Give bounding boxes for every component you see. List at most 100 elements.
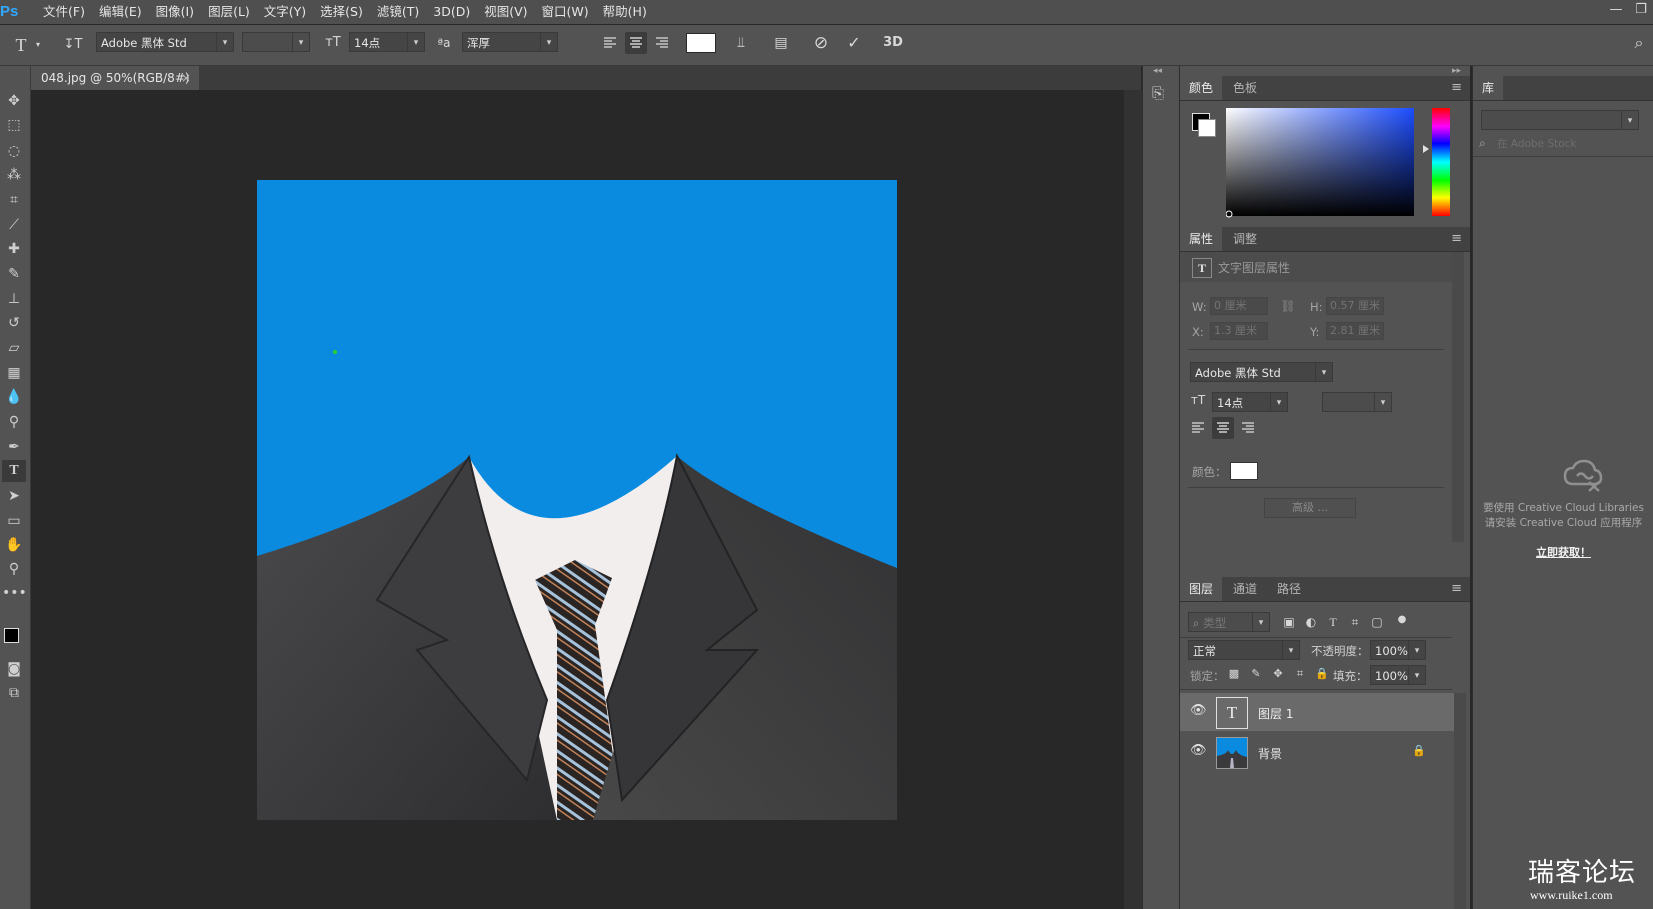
- opacity-select[interactable]: 100% ▾: [1370, 640, 1426, 660]
- blend-mode-select[interactable]: 正常 ▾: [1188, 640, 1300, 660]
- filter-smartobject-icon[interactable]: ▢: [1368, 610, 1386, 634]
- color-panel-background-swatch[interactable]: [1198, 119, 1216, 137]
- 3d-button[interactable]: 3D: [880, 31, 906, 55]
- warp-text-icon[interactable]: ⫫: [730, 31, 752, 55]
- align-right-button[interactable]: [652, 33, 672, 53]
- move-tool-icon[interactable]: ✥: [2, 90, 26, 112]
- filter-type-icon[interactable]: T: [1324, 610, 1342, 634]
- healing-brush-tool-icon[interactable]: ✚: [2, 238, 26, 260]
- brush-tool-icon[interactable]: ✎: [2, 263, 26, 285]
- properties-align-center-button[interactable]: [1212, 417, 1234, 439]
- menu-item-4[interactable]: 文字(Y): [257, 0, 313, 24]
- hand-tool-icon[interactable]: ✋: [2, 534, 26, 556]
- properties-font-select[interactable]: Adobe 黑体 Std ▾: [1190, 362, 1333, 382]
- more-tools-icon[interactable]: •••: [2, 582, 27, 604]
- tab-layers[interactable]: 图层: [1180, 577, 1223, 601]
- marquee-tool-icon[interactable]: ⬚: [2, 114, 26, 136]
- zoom-tool-icon[interactable]: ⚲: [2, 558, 26, 580]
- eraser-tool-icon[interactable]: ▱: [2, 337, 26, 359]
- menu-item-2[interactable]: 图像(I): [149, 0, 201, 24]
- panel-menu-icon[interactable]: ≡: [1451, 80, 1462, 95]
- tab-channels[interactable]: 通道: [1224, 577, 1266, 601]
- quick-select-tool-icon[interactable]: ⁂: [2, 164, 26, 186]
- commit-check-icon[interactable]: ✓: [843, 31, 865, 55]
- foreground-color-swatch[interactable]: [4, 628, 19, 643]
- lock-pixels-icon[interactable]: ✎: [1248, 662, 1264, 686]
- antialias-select[interactable]: 浑厚 ▾: [462, 32, 558, 52]
- link-icon[interactable]: ⛓: [1276, 294, 1300, 318]
- align-center-button[interactable]: [625, 32, 647, 54]
- menu-item-3[interactable]: 图层(L): [201, 0, 257, 24]
- document-canvas[interactable]: [257, 180, 897, 820]
- collapse-arrows-icon[interactable]: ◂◂: [1153, 66, 1162, 76]
- lock-artboard-icon[interactable]: ⌗: [1292, 662, 1308, 686]
- quick-mask-icon[interactable]: ◙: [2, 658, 26, 680]
- layers-scrollbar[interactable]: [1454, 693, 1466, 909]
- layer-name[interactable]: 图层 1: [1258, 705, 1293, 722]
- pen-tool-icon[interactable]: ✒: [2, 436, 26, 458]
- close-tab-icon[interactable]: ×: [181, 66, 191, 90]
- layer-row-background[interactable]: 👁 背景 🔒: [1180, 733, 1454, 771]
- preset-dropdown-icon[interactable]: ▾: [33, 33, 43, 57]
- properties-color-swatch[interactable]: [1230, 462, 1258, 480]
- type-tool-preset-icon[interactable]: T: [10, 33, 32, 57]
- gradient-tool-icon[interactable]: ▦: [2, 362, 26, 384]
- character-panel-icon[interactable]: ▤: [770, 31, 792, 55]
- panel-menu-icon[interactable]: ≡: [1451, 581, 1462, 596]
- tab-paths[interactable]: 路径: [1268, 577, 1310, 601]
- canvas-scrollbar[interactable]: [1124, 90, 1142, 909]
- text-color-swatch[interactable]: [686, 33, 716, 53]
- layer-row-text[interactable]: 👁 T 图层 1: [1180, 693, 1454, 731]
- filter-shape-icon[interactable]: ⌗: [1346, 610, 1364, 634]
- blur-tool-icon[interactable]: 💧: [2, 386, 26, 408]
- visibility-eye-icon[interactable]: 👁: [1190, 743, 1207, 758]
- properties-leading-select[interactable]: ▾: [1322, 392, 1392, 412]
- tab-adjustments[interactable]: 调整: [1224, 227, 1266, 251]
- stock-search-input[interactable]: 在 Adobe Stock: [1497, 136, 1576, 151]
- menu-item-9[interactable]: 窗口(W): [535, 0, 596, 24]
- layer-name[interactable]: 背景: [1258, 745, 1282, 762]
- dodge-tool-icon[interactable]: ⚲: [2, 411, 26, 433]
- history-brush-tool-icon[interactable]: ↺: [2, 312, 26, 334]
- visibility-eye-icon[interactable]: 👁: [1190, 703, 1207, 718]
- font-size-select[interactable]: 14点 ▾: [349, 32, 425, 52]
- get-it-now-link[interactable]: 立即获取！: [1473, 544, 1653, 560]
- minimize-button[interactable]: —: [1605, 0, 1627, 22]
- expand-arrows-icon[interactable]: ▸▸: [1452, 66, 1461, 76]
- filter-pixel-icon[interactable]: ▣: [1280, 610, 1298, 634]
- crop-tool-icon[interactable]: ⌗: [2, 189, 26, 211]
- tab-libraries[interactable]: 库: [1473, 76, 1504, 100]
- menu-item-8[interactable]: 视图(V): [477, 0, 534, 24]
- library-select[interactable]: ▾: [1481, 110, 1639, 130]
- hue-slider[interactable]: [1422, 108, 1452, 218]
- path-selection-tool-icon[interactable]: ➤: [2, 485, 26, 507]
- lock-position-icon[interactable]: ✥: [1270, 662, 1286, 686]
- w-field[interactable]: 0 厘米: [1210, 297, 1268, 315]
- clone-stamp-tool-icon[interactable]: ⊥: [2, 288, 26, 310]
- x-field[interactable]: 1.3 厘米: [1210, 322, 1268, 340]
- menu-item-10[interactable]: 帮助(H): [596, 0, 654, 24]
- lock-transparent-icon[interactable]: ▩: [1226, 662, 1242, 686]
- history-panel-icon[interactable]: ⎘: [1152, 84, 1164, 102]
- filter-toggle-icon[interactable]: ●: [1394, 608, 1410, 632]
- lock-all-icon[interactable]: 🔒: [1314, 662, 1330, 686]
- screen-mode-icon[interactable]: ⧉: [2, 682, 26, 704]
- properties-align-right-button[interactable]: [1238, 418, 1258, 438]
- color-picker-field[interactable]: [1226, 108, 1416, 218]
- layer-filter-select[interactable]: ⌕ 类型 ▾: [1188, 612, 1270, 632]
- menu-item-0[interactable]: 文件(F): [36, 0, 92, 24]
- cancel-icon[interactable]: ⊘: [810, 31, 832, 55]
- h-field[interactable]: 0.57 厘米: [1326, 297, 1384, 315]
- search-icon[interactable]: ⌕: [1628, 31, 1650, 55]
- font-style-select[interactable]: ▾: [242, 32, 310, 52]
- y-field[interactable]: 2.81 厘米: [1326, 322, 1384, 340]
- menu-item-6[interactable]: 滤镜(T): [370, 0, 426, 24]
- document-tab[interactable]: 048.jpg @ 50%(RGB/8#) ×: [31, 66, 199, 90]
- type-tool-icon[interactable]: T: [2, 460, 26, 482]
- properties-scrollbar[interactable]: [1452, 252, 1464, 542]
- font-family-select[interactable]: Adobe 黑体 Std ▾: [96, 32, 234, 52]
- properties-size-select[interactable]: 14点 ▾: [1212, 392, 1288, 412]
- text-orientation-icon[interactable]: ↧T: [60, 33, 86, 57]
- advanced-button[interactable]: 高级 ...: [1264, 498, 1356, 518]
- fill-select[interactable]: 100% ▾: [1370, 665, 1426, 685]
